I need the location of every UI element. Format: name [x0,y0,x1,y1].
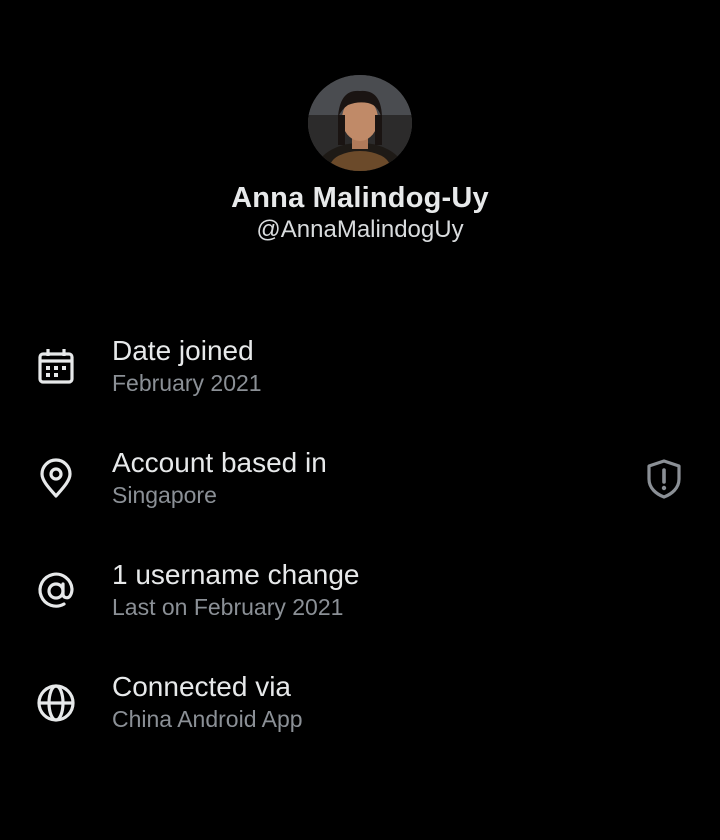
profile-header: Anna Malindog-Uy @AnnaMalindogUy [0,75,720,245]
shield-alert-icon[interactable] [642,457,686,501]
row-subtitle: China Android App [112,706,303,732]
account-info-list: Date joined February 2021 Account based … [0,333,720,781]
globe-icon [37,684,75,722]
list-item-connected-via: Connected via China Android App [0,669,720,781]
at-sign-icon [38,572,74,608]
list-item-username-change: 1 username change Last on February 2021 [0,557,720,669]
avatar[interactable] [308,75,412,171]
username-handle: @AnnaMalindogUy [256,216,464,243]
calendar-icon [38,349,74,384]
list-item-account-based-in: Account based in Singapore [0,445,720,557]
row-subtitle: Last on February 2021 [112,594,344,620]
row-title: Date joined [112,335,254,366]
row-subtitle: February 2021 [112,370,262,396]
row-title: 1 username change [112,559,360,590]
display-name: Anna Malindog-Uy [231,182,489,214]
location-pin-icon [40,458,72,498]
row-subtitle: Singapore [112,482,217,508]
row-title: Account based in [112,447,327,478]
list-item-date-joined: Date joined February 2021 [0,333,720,445]
row-title: Connected via [112,671,292,702]
